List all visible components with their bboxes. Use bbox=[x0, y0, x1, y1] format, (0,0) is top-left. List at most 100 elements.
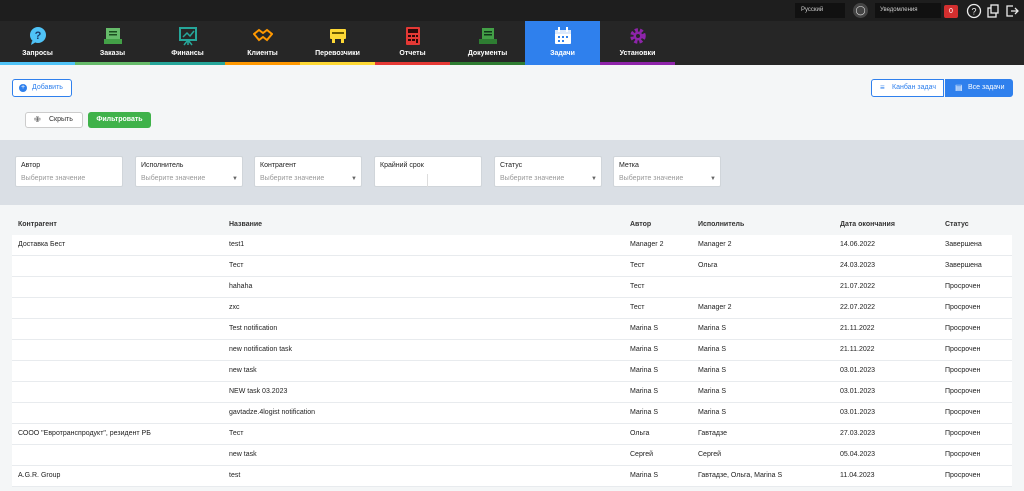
nav-label: Документы bbox=[467, 50, 508, 57]
cell-title: Тест bbox=[229, 262, 244, 269]
nav-tasks[interactable]: Задачи bbox=[525, 21, 600, 65]
table-row[interactable]: Тест Тест Ольга 24.03.2023 Завершена bbox=[12, 256, 1012, 277]
cell-end-date: 03.01.2023 bbox=[840, 388, 876, 395]
all-tasks-view-label: Все задачи bbox=[968, 84, 1005, 91]
nav-documents[interactable]: Документы bbox=[450, 21, 525, 65]
svg-text:?: ? bbox=[35, 30, 42, 42]
filter-placeholder: Выберите значение bbox=[619, 175, 684, 182]
nav-requests[interactable]: ? Запросы bbox=[0, 21, 75, 65]
cell-author: Marina S bbox=[630, 472, 659, 479]
table-row[interactable]: new notification task Marina S Marina S 21.… bbox=[12, 340, 1012, 361]
cell-author: Marina S bbox=[630, 409, 659, 416]
table-row[interactable]: zxc Тест Manager 2 22.07.2022 Просрочен bbox=[12, 298, 1012, 319]
nav-label: Финансы bbox=[171, 50, 204, 57]
nav-underline bbox=[525, 62, 600, 65]
table-row[interactable]: NEW task 03.2023 Marina S Marina S 03.01.20… bbox=[12, 382, 1012, 403]
cell-title: NEW task 03.2023 bbox=[229, 388, 288, 395]
apply-filter-button[interactable]: Фильтровать bbox=[88, 112, 151, 128]
svg-text:?: ? bbox=[971, 7, 976, 17]
filter-label: Крайний срок bbox=[380, 162, 424, 169]
nav-label: Заказы bbox=[99, 50, 126, 57]
cell-end-date: 21.11.2022 bbox=[840, 325, 875, 332]
cell-title: test1 bbox=[229, 241, 245, 248]
table-header: Контрагент Название Автор Исполнитель Да… bbox=[12, 215, 1012, 235]
table-row[interactable]: hahaha Тест 21.07.2022 Просрочен bbox=[12, 277, 1012, 298]
nav-label: Клиенты bbox=[247, 50, 278, 57]
add-button[interactable]: + Добавить bbox=[12, 79, 72, 97]
cell-status: Завершена bbox=[945, 262, 982, 269]
cell-status: Просрочен bbox=[945, 472, 981, 479]
cell-author: Manager 2 bbox=[630, 241, 664, 248]
caret-down-icon: ▼ bbox=[351, 176, 357, 182]
cell-status: Просрочен bbox=[945, 388, 981, 395]
cell-author: Ольга bbox=[630, 430, 650, 437]
date-range-divider bbox=[427, 174, 428, 187]
eye-slash-icon: ✙ bbox=[34, 115, 41, 124]
column-header-end-date[interactable]: Дата окончания bbox=[840, 221, 895, 228]
cell-title: zxc bbox=[229, 304, 240, 311]
globe-icon[interactable]: ◯ bbox=[853, 3, 868, 18]
nav-underline bbox=[600, 62, 675, 65]
language-select[interactable]: Русский bbox=[795, 3, 845, 18]
main-nav: ? Запросы Заказы Финансы Клиенты Перевоз… bbox=[0, 21, 1024, 65]
cell-executor: Marina S bbox=[698, 409, 727, 416]
table-row[interactable]: Test notification Marina S Marina S 21.11.2… bbox=[12, 319, 1012, 340]
column-header-counterparty[interactable]: Контрагент bbox=[18, 221, 57, 228]
filter-label: Исполнитель bbox=[141, 162, 184, 169]
kanban-view-button[interactable]: ≡ Канбан задач bbox=[871, 79, 944, 97]
caret-down-icon: ▼ bbox=[232, 176, 238, 182]
notifications-count-badge[interactable]: 0 bbox=[944, 5, 958, 18]
nav-label: Задачи bbox=[550, 50, 575, 57]
table-row[interactable]: new task Сергей Сергей 05.04.2023 Просрочен bbox=[12, 445, 1012, 466]
nav-label: Перевозчики bbox=[315, 50, 360, 57]
top-bar: Русский ◯ Уведомления 0 ? bbox=[0, 0, 1024, 21]
presentation-chart-icon bbox=[179, 27, 197, 46]
table-row[interactable]: gavtadze.4logist notification Marina S Mar… bbox=[12, 403, 1012, 424]
nav-finance[interactable]: Финансы bbox=[150, 21, 225, 65]
column-header-status[interactable]: Статус bbox=[945, 221, 969, 228]
cell-end-date: 27.03.2023 bbox=[840, 430, 876, 437]
cell-author: Сергей bbox=[630, 451, 654, 458]
cell-title: new notification task bbox=[229, 346, 293, 353]
nav-reports[interactable]: Отчеты bbox=[375, 21, 450, 65]
column-header-title[interactable]: Название bbox=[229, 221, 262, 228]
logout-icon[interactable] bbox=[1004, 3, 1020, 19]
cell-counterparty: A.G.R. Group bbox=[18, 472, 61, 479]
cell-counterparty: Доставка Бест bbox=[18, 241, 66, 248]
filter-label: Статус bbox=[500, 162, 523, 169]
all-tasks-view-button[interactable]: ▤ Все задачи bbox=[945, 79, 1013, 97]
documents-tray-icon bbox=[479, 28, 497, 44]
users-icon[interactable] bbox=[985, 3, 1001, 19]
table-row[interactable]: СООО "Евротранспродукт", резидент РБ Тест… bbox=[12, 424, 1012, 445]
filter-author[interactable]: Автор Выберите значение bbox=[15, 156, 123, 187]
filter-placeholder: Выберите значение bbox=[21, 175, 86, 182]
filter-status[interactable]: Статус Выберите значение ▼ bbox=[494, 156, 602, 187]
nav-underline bbox=[375, 62, 450, 65]
calendar-icon bbox=[555, 27, 571, 44]
filter-counterparty[interactable]: Контрагент Выберите значение ▼ bbox=[254, 156, 362, 187]
cell-status: Завершена bbox=[945, 241, 982, 248]
hide-filters-button[interactable]: ✙ Скрыть bbox=[25, 112, 83, 128]
column-header-author[interactable]: Автор bbox=[630, 221, 651, 228]
help-icon[interactable]: ? bbox=[966, 3, 982, 19]
nav-orders[interactable]: Заказы bbox=[75, 21, 150, 65]
column-header-executor[interactable]: Исполнитель bbox=[698, 221, 744, 228]
cell-end-date: 21.11.2022 bbox=[840, 346, 875, 353]
table-row[interactable]: A.G.R. Group test Marina S Гавтадзе, Ольга,… bbox=[12, 466, 1012, 487]
cell-title: new task bbox=[229, 451, 257, 458]
table-row[interactable]: new task Marina S Marina S 03.01.2023 Просро… bbox=[12, 361, 1012, 382]
cell-author: Marina S bbox=[630, 325, 659, 332]
filter-deadline[interactable]: Крайний срок bbox=[374, 156, 482, 187]
cell-status: Просрочен bbox=[945, 430, 981, 437]
nav-settings[interactable]: Установки bbox=[600, 21, 675, 65]
nav-label: Отчеты bbox=[399, 50, 426, 57]
filter-executor[interactable]: Исполнитель Выберите значение ▼ bbox=[135, 156, 243, 187]
nav-carriers[interactable]: Перевозчики bbox=[300, 21, 375, 65]
notifications-select[interactable]: Уведомления bbox=[875, 3, 941, 18]
table-row[interactable]: Доставка Бест test1 Manager 2 Manager 2 14.0… bbox=[12, 235, 1012, 256]
nav-clients[interactable]: Клиенты bbox=[225, 21, 300, 65]
filter-tag[interactable]: Метка Выберите значение ▼ bbox=[613, 156, 721, 187]
cell-status: Просрочен bbox=[945, 367, 981, 374]
cell-title: gavtadze.4logist notification bbox=[229, 409, 315, 416]
cell-executor: Marina S bbox=[698, 325, 727, 332]
